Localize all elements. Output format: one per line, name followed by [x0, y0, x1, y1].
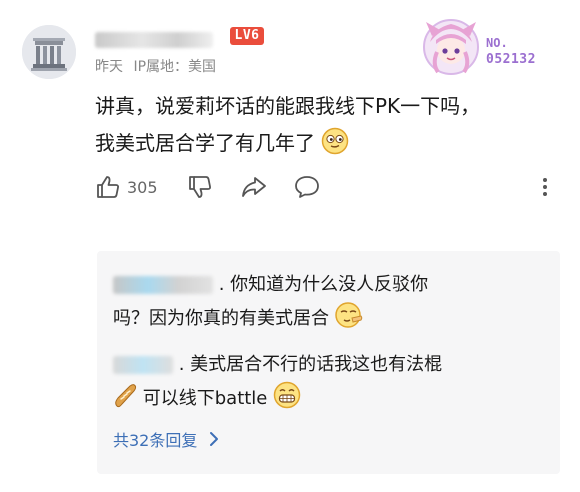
comment-icon	[295, 176, 319, 198]
reply-item[interactable]: . 你知道为什么没人反驳你 吗？因为你真的有美式居合	[113, 268, 553, 335]
shush-face-emoji-icon	[334, 302, 362, 328]
reply-username-blurred[interactable]	[113, 276, 213, 294]
badge-no-label: NO.	[486, 36, 508, 50]
level-badge: LV6	[230, 27, 264, 45]
comment-text-line2: 我美式居合学了有几年了	[95, 125, 565, 162]
replies-panel: . 你知道为什么没人反驳你 吗？因为你真的有美式居合 . 美式居合不行的话我这也…	[97, 251, 560, 474]
reply-text-line2: 可以线下battle	[142, 388, 268, 409]
badge-number: 052132	[486, 52, 536, 67]
thumb-up-icon	[97, 176, 119, 198]
anime-girl-badge-icon	[423, 19, 479, 75]
baguette-emoji-icon	[115, 384, 137, 408]
comment-text-line2-text: 我美式居合学了有几年了	[95, 131, 315, 155]
thumb-down-icon	[189, 176, 211, 198]
comment-action-bar: 305	[95, 174, 565, 208]
more-replies-label: 共32条回复	[113, 431, 198, 450]
reply-text-line2: 吗？因为你真的有美式居合	[113, 308, 329, 329]
user-avatar[interactable]	[22, 25, 76, 79]
chevron-right-icon	[210, 432, 219, 446]
share-button[interactable]	[240, 174, 268, 200]
like-button[interactable]: 305	[95, 174, 158, 200]
reply-text-line1: . 你知道为什么没人反驳你	[218, 274, 429, 295]
reply-text-line1: . 美式居合不行的话我这也有法棍	[178, 354, 443, 375]
reply-username-blurred[interactable]	[113, 356, 173, 374]
like-count: 305	[127, 177, 158, 197]
username-blurred[interactable]	[95, 32, 213, 48]
reply-button[interactable]	[293, 174, 321, 200]
reply-item[interactable]: . 美式居合不行的话我这也有法棍 可以线下battle	[113, 348, 553, 415]
comment-time: 昨天	[95, 59, 123, 75]
more-vert-icon	[543, 178, 547, 196]
comment-body: 讲真，说爱莉坏话的能跟我线下PK一下吗， 我美式居合学了有几年了	[95, 88, 565, 162]
ip-location: IP属地：美国	[133, 59, 217, 75]
more-options-button[interactable]	[535, 174, 555, 200]
view-more-replies-link[interactable]: 共32条回复	[113, 427, 223, 451]
share-icon	[242, 177, 266, 197]
comment-meta: 昨天 IP属地：美国	[95, 56, 222, 76]
grinning-face-emoji-icon	[273, 381, 301, 409]
dislike-button[interactable]	[187, 174, 213, 200]
comment-text-line1: 讲真，说爱莉坏话的能跟我线下PK一下吗，	[95, 94, 481, 118]
smug-face-emoji-icon	[322, 127, 349, 155]
fan-badge[interactable]: NO. 052132	[418, 14, 568, 76]
